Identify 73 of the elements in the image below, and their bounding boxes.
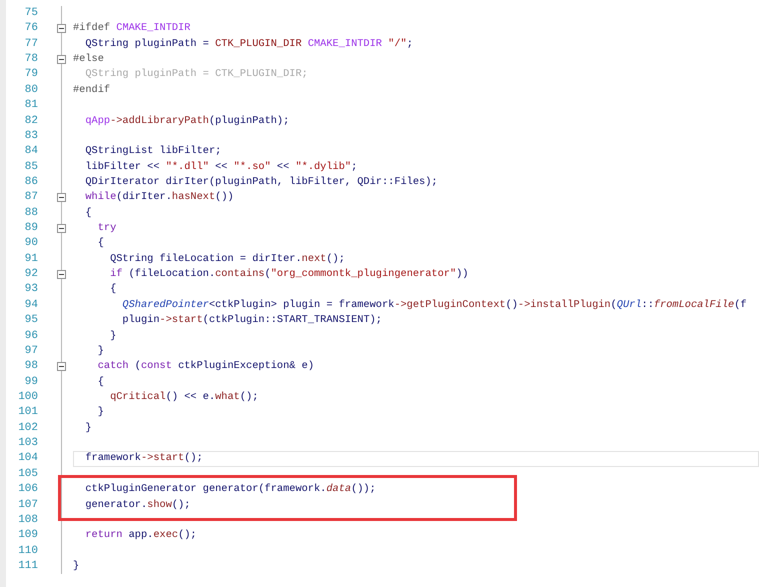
line-number: 83 (24, 128, 38, 144)
line-number: 99 (24, 374, 38, 390)
collapse-toggle[interactable] (57, 193, 66, 202)
line-number: 75 (24, 6, 38, 21)
code-line: return app.exec(); (84, 529, 197, 542)
line-number: 104 (17, 451, 38, 466)
line-number: 111 (17, 558, 38, 574)
line-number: 80 (24, 82, 38, 98)
collapse-toggle[interactable] (57, 55, 66, 64)
code-line: ctkPluginGenerator generator(framework.data()); (84, 483, 376, 496)
code-line: framework->start(); (84, 452, 203, 464)
line-number: 79 (24, 67, 38, 82)
line-number: 102 (17, 420, 38, 436)
line-number: 97 (24, 344, 38, 359)
code-line: libFilter << "*.dll" << "*.so" << "*.dylib"; (84, 160, 358, 173)
line-number: 109 (17, 528, 38, 544)
code-line: if (fileLocation.contains("org_commontk_plugingenerator")) (109, 268, 468, 280)
line-number: 108 (17, 512, 38, 528)
code-line: #ifdef CMAKE_INTDIR (73, 22, 190, 34)
line-number: 103 (17, 436, 38, 452)
line-number: 77 (24, 36, 38, 52)
code-line: } (73, 560, 80, 572)
line-number: 89 (24, 221, 38, 236)
line-number: 106 (17, 482, 38, 498)
code-line: generator.show(); (84, 498, 190, 510)
line-number: 101 (17, 405, 38, 420)
code-line: catch (const ctkPluginException& e) (96, 360, 314, 372)
code-line: { (96, 237, 104, 250)
code-line: QSharedPointer<ctkPlugin> plugin = framework->getPluginContext()->installPlugin(QUrl::fromLocalFile(f (121, 298, 747, 311)
code-line: QStringList libFilter; (84, 145, 222, 158)
collapse-toggle[interactable] (57, 270, 66, 280)
line-number: 78 (24, 52, 38, 68)
line-number: 100 (17, 390, 38, 405)
line-number: 84 (24, 144, 38, 160)
code-line: qApp->addLibraryPath(pluginPath); (84, 114, 290, 127)
code-line: } (96, 406, 104, 418)
line-number: 94 (24, 298, 38, 313)
line-number: 82 (24, 114, 38, 129)
code-line: #else (73, 53, 104, 66)
line-number: 91 (24, 252, 38, 267)
line-number: 87 (24, 190, 38, 206)
code-line: QString pluginPath = CTK_PLUGIN_DIR CMAKE_INTDIR "/"; (84, 38, 413, 50)
code-line: while(dirIter.hasNext()) (84, 191, 234, 204)
line-number: 95 (24, 313, 38, 328)
collapse-toggle[interactable] (57, 362, 66, 372)
collapse-toggle[interactable] (57, 24, 66, 34)
code-line: try (96, 222, 116, 234)
code-line: plugin->start(ctkPlugin::START_TRANSIENT); (121, 314, 382, 326)
line-number: 81 (24, 98, 38, 114)
code-line: } (84, 422, 92, 434)
code-line: #endif (73, 84, 110, 96)
code-line: QString fileLocation = dirIter.next(); (109, 252, 345, 265)
line-number: 110 (17, 544, 38, 559)
code-line: } (109, 330, 116, 342)
line-number: 98 (24, 359, 38, 374)
line-number: 96 (24, 328, 38, 344)
line-number: 88 (24, 206, 38, 221)
line-number: 107 (17, 498, 38, 512)
code-line: } (96, 344, 104, 357)
line-number: 93 (24, 282, 38, 298)
line-number: 92 (24, 267, 38, 282)
code-line: QString pluginPath = CTK_PLUGIN_DIR; (84, 68, 308, 80)
collapse-toggle[interactable] (57, 224, 66, 234)
code-line: { (109, 283, 116, 296)
line-number: 76 (24, 21, 38, 36)
line-number: 90 (24, 236, 38, 252)
line-number: 86 (24, 174, 38, 190)
code-line: qCritical() << e.what(); (109, 390, 258, 403)
code-line: { (84, 206, 92, 219)
code-line: QDirIterator dirIter(pluginPath, libFilter, QDir::Files); (84, 176, 438, 188)
line-number: 105 (17, 466, 38, 482)
line-number: 85 (24, 160, 38, 175)
code-line: { (96, 376, 104, 388)
